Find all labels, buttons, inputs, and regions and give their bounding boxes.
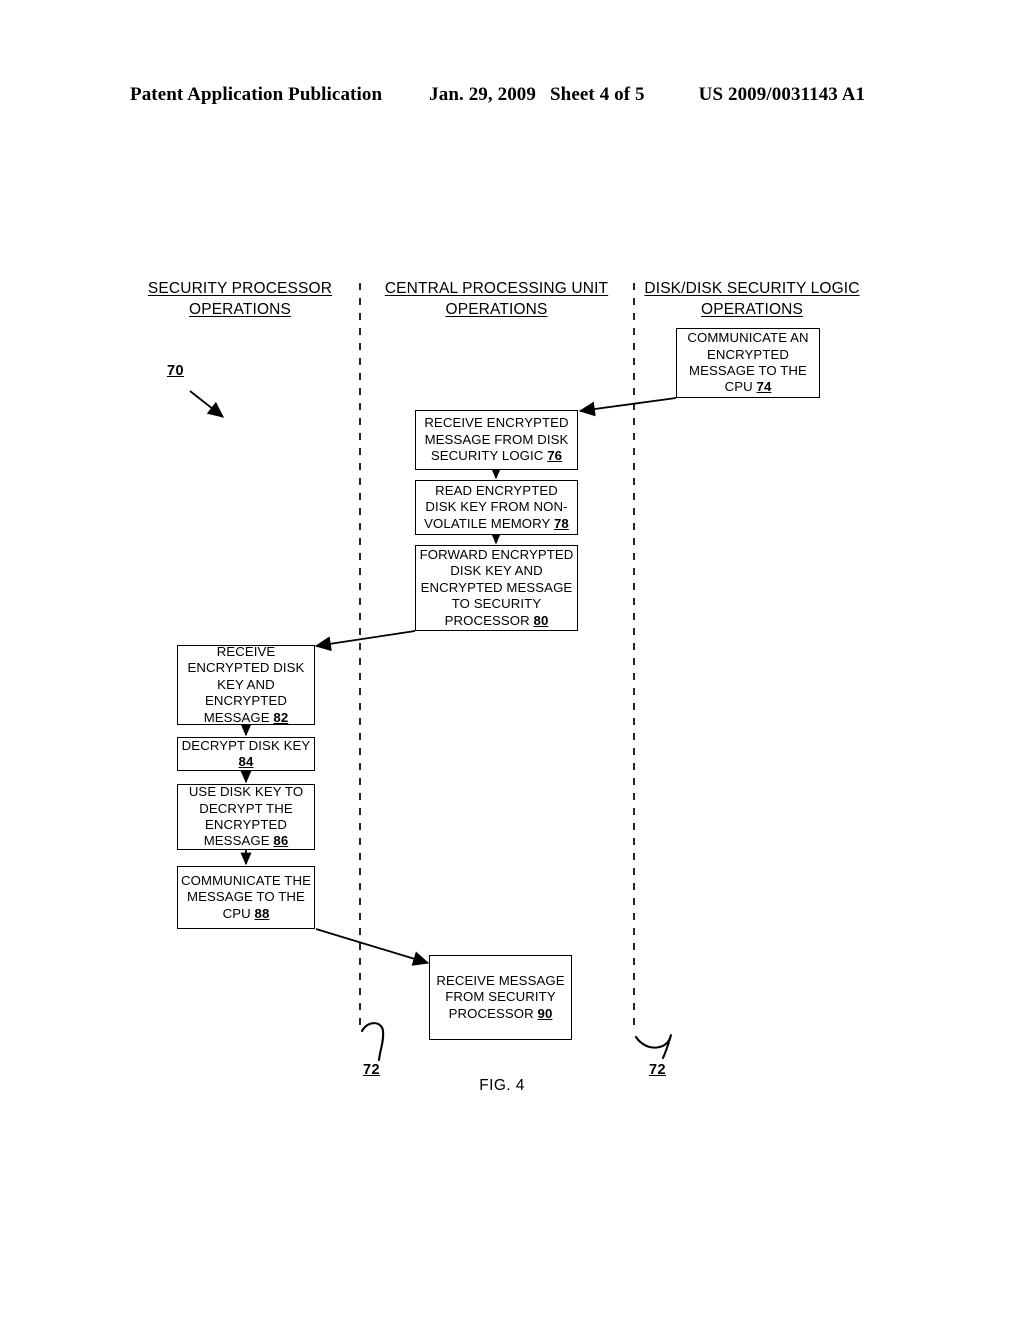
process-box-90-line-1: RECEIVE MESSAGE bbox=[436, 972, 565, 988]
process-box-76-line-3: SECURITY LOGIC bbox=[430, 448, 544, 464]
process-box-84: DECRYPT DISK KEY 84 bbox=[177, 737, 315, 771]
process-box-86-line-1: USE DISK KEY TO bbox=[188, 784, 304, 800]
break-squiggle-left bbox=[360, 1022, 385, 1062]
figure-vector-layer bbox=[189, 283, 677, 1062]
process-box-82: RECEIVE ENCRYPTED DISK KEY AND ENCRYPTED… bbox=[177, 643, 315, 725]
lane-title-line-2: OPERATIONS bbox=[189, 301, 291, 318]
process-box-84-ref: 84 bbox=[238, 754, 254, 769]
process-box-86: USE DISK KEY TO DECRYPT THE ENCRYPTED ME… bbox=[177, 784, 315, 850]
process-box-76-ref: 76 bbox=[547, 448, 563, 464]
process-box-78-line-1: READ ENCRYPTED bbox=[435, 482, 558, 498]
lane-title-line-1: SECURITY PROCESSOR bbox=[147, 280, 333, 297]
process-box-90-line-2: FROM SECURITY bbox=[445, 989, 556, 1005]
process-box-82-line-5: MESSAGE bbox=[203, 709, 270, 725]
process-box-76-line-1: RECEIVE ENCRYPTED bbox=[424, 415, 569, 431]
process-box-80: FORWARD ENCRYPTED DISK KEY AND ENCRYPTED… bbox=[415, 545, 578, 631]
process-box-80-line-2: DISK KEY AND bbox=[450, 563, 543, 579]
process-box-74-line-1: COMMUNICATE AN bbox=[687, 330, 809, 346]
lane-title-disk-security-logic: DISK/DISK SECURITY LOGIC OPERATIONS bbox=[640, 278, 864, 320]
process-box-80-line-1: FORWARD ENCRYPTED bbox=[419, 546, 574, 562]
process-box-88: COMMUNICATE THE MESSAGE TO THE CPU 88 bbox=[177, 866, 315, 929]
process-box-84-line-1: DECRYPT DISK KEY bbox=[181, 737, 311, 753]
process-box-88-ref: 88 bbox=[254, 905, 270, 921]
process-box-78-line-3: VOLATILE MEMORY bbox=[424, 515, 551, 531]
connector-88-to-90 bbox=[315, 928, 430, 966]
process-box-76: RECEIVE ENCRYPTED MESSAGE FROM DISK SECU… bbox=[415, 410, 578, 470]
reference-numeral-72-right: 72 bbox=[649, 1062, 666, 1078]
break-squiggle-right bbox=[634, 1034, 672, 1060]
process-box-82-line-4: ENCRYPTED bbox=[204, 693, 287, 709]
process-box-76-line-2: MESSAGE FROM DISK bbox=[424, 431, 569, 447]
figure-caption: FIG. 4 bbox=[479, 1077, 525, 1094]
process-box-82-ref: 82 bbox=[273, 709, 289, 725]
process-box-74-line-2: ENCRYPTED bbox=[707, 346, 789, 362]
process-box-90-line-3: PROCESSOR bbox=[448, 1005, 534, 1021]
lane-title-line-1: DISK/DISK SECURITY LOGIC bbox=[644, 280, 860, 297]
connector-80-to-82 bbox=[314, 630, 416, 652]
lane-title-line-2: OPERATIONS bbox=[701, 301, 803, 318]
process-box-88-line-1: COMMUNICATE THE bbox=[181, 872, 311, 888]
process-box-80-line-5: PROCESSOR bbox=[444, 612, 530, 628]
process-box-78-line-2: DISK KEY FROM NON- bbox=[425, 499, 568, 515]
process-box-86-ref: 86 bbox=[273, 833, 289, 849]
process-box-86-line-4: MESSAGE bbox=[203, 833, 270, 849]
process-box-86-line-2: DECRYPT THE bbox=[199, 800, 293, 816]
process-box-86-line-3: ENCRYPTED bbox=[205, 817, 287, 832]
process-box-80-line-3: ENCRYPTED MESSAGE bbox=[420, 579, 573, 595]
lane-title-line-1: CENTRAL PROCESSING UNIT bbox=[384, 280, 609, 297]
process-box-74: COMMUNICATE AN ENCRYPTED MESSAGE TO THE … bbox=[676, 328, 820, 398]
lane-title-line-2: OPERATIONS bbox=[445, 301, 548, 318]
process-box-88-line-3: CPU bbox=[222, 905, 251, 921]
process-box-74-line-4: CPU bbox=[724, 379, 753, 395]
process-box-90-ref: 90 bbox=[537, 1005, 553, 1021]
figure-4-flowchart: SECURITY PROCESSOR OPERATIONS CENTRAL PR… bbox=[0, 0, 1024, 1320]
reference-numeral-70: 70 bbox=[167, 363, 184, 379]
process-box-80-ref: 80 bbox=[533, 612, 549, 628]
process-box-78: READ ENCRYPTED DISK KEY FROM NON- VOLATI… bbox=[415, 480, 578, 535]
process-box-74-ref: 74 bbox=[756, 379, 772, 395]
lane-title-security-processor: SECURITY PROCESSOR OPERATIONS bbox=[140, 278, 340, 320]
reference-numeral-72-left: 72 bbox=[363, 1062, 380, 1078]
lead-line-70 bbox=[189, 390, 225, 418]
process-box-78-ref: 78 bbox=[553, 515, 569, 531]
process-box-82-line-2: ENCRYPTED DISK bbox=[187, 660, 305, 676]
process-box-80-line-4: TO SECURITY bbox=[451, 596, 542, 612]
process-box-88-line-2: MESSAGE TO THE bbox=[187, 889, 305, 905]
connector-74-to-76 bbox=[578, 397, 677, 417]
process-box-90: RECEIVE MESSAGE FROM SECURITY PROCESSOR … bbox=[429, 955, 572, 1040]
process-box-82-line-1: RECEIVE bbox=[216, 643, 276, 659]
process-box-82-line-3: KEY AND bbox=[217, 676, 275, 692]
process-box-74-line-3: MESSAGE TO THE bbox=[689, 363, 807, 378]
lane-title-central-processing-unit: CENTRAL PROCESSING UNIT OPERATIONS bbox=[374, 278, 619, 320]
